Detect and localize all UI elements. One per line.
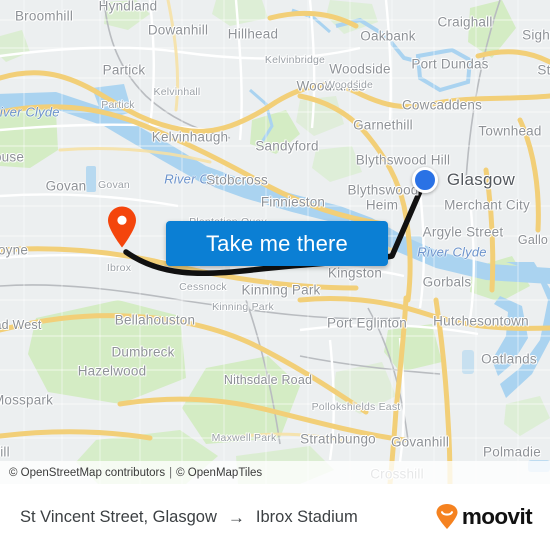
take-me-there-label: Take me there <box>205 230 348 256</box>
map-attribution-bar: © OpenStreetMap contributors | © OpenMap… <box>0 461 550 484</box>
take-me-there-button[interactable]: Take me there <box>166 221 388 266</box>
route-origin-label: St Vincent Street, Glasgow <box>20 507 217 526</box>
map-canvas[interactable]: Broomhill Hyndland Dowanhill Hillhead Kelvin… <box>0 0 550 484</box>
moovit-logo[interactable]: moovit <box>434 504 533 530</box>
route-footer: St Vincent Street, Glasgow → Ibrox Stadi… <box>0 484 550 550</box>
route-summary: St Vincent Street, Glasgow → Ibrox Stadi… <box>20 508 358 527</box>
destination-map-marker[interactable] <box>412 167 438 193</box>
moovit-wordmark: moovit <box>461 504 533 529</box>
moovit-pin-icon <box>436 504 458 529</box>
osm-attribution-link[interactable]: © OpenStreetMap contributors <box>9 467 165 479</box>
attribution-separator: | <box>169 466 173 479</box>
route-arrow-icon: → <box>227 507 245 527</box>
origin-map-marker[interactable] <box>107 206 137 248</box>
route-destination-label: Ibrox Stadium <box>255 507 358 526</box>
openmaptiles-attribution-link[interactable]: © OpenMapTiles <box>176 467 262 479</box>
moovit-route-screenshot: Broomhill Hyndland Dowanhill Hillhead Kelvin… <box>0 0 550 550</box>
